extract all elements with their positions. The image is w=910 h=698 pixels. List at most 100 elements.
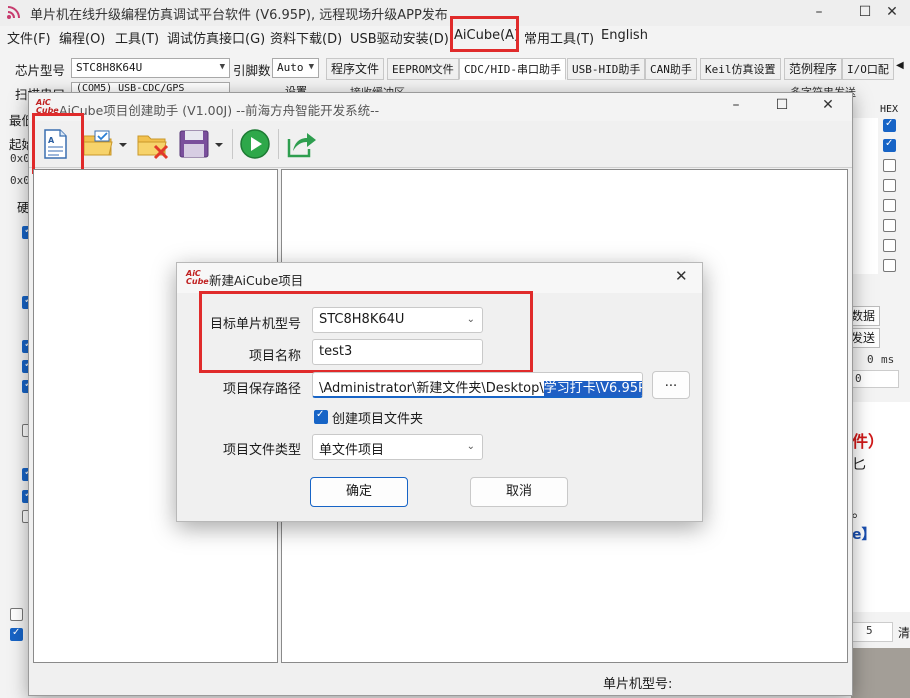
info-dot-text: 。 (852, 505, 866, 521)
hex-checkbox[interactable] (883, 259, 896, 272)
dialog-titlebar: AiC Cube 新建AiCube项目 ✕ (177, 263, 702, 293)
hex-checkbox[interactable] (883, 239, 896, 252)
helper-minimize-button[interactable]: – (713, 93, 759, 119)
chevron-down-icon: ▼ (308, 62, 314, 72)
aicube-menu-highlight (450, 16, 519, 52)
hex-checkbox[interactable] (883, 159, 896, 172)
counter-value: 0 (855, 372, 862, 385)
cancel-button[interactable]: 取消 (470, 477, 568, 507)
hex-checkbox[interactable] (883, 219, 896, 232)
info-text-line: 匕 (852, 457, 866, 473)
menu-common-tools[interactable]: 常用工具(T) (524, 28, 594, 47)
desktop-background (851, 648, 910, 698)
app-wifi-icon (7, 6, 20, 19)
tab-usb-hid-assistant[interactable]: USB-HID助手 (567, 58, 646, 80)
delete-project-button[interactable] (135, 127, 171, 161)
delete-folder-icon (137, 135, 169, 160)
helper-close-button[interactable]: ✕ (805, 93, 851, 119)
tab-can-assistant[interactable]: CAN助手 (645, 58, 697, 80)
interval-unit: ms (881, 353, 895, 366)
send-button-label: 发送 (851, 331, 876, 345)
helper-window-title: AiCube项目创建助手 (V1.00J) --前海方舟智能开发系统-- (59, 103, 380, 118)
helper-statusbar: 单片机型号: (29, 669, 852, 695)
create-folder-checkbox[interactable] (314, 409, 328, 424)
chip-model-select[interactable]: STC8H8K64U ▼ (71, 58, 230, 78)
pins-select[interactable]: Auto ▼ (272, 58, 319, 78)
menu-debug-interface[interactable]: 调试仿真接口(G) (167, 28, 265, 47)
ok-button-label: 确定 (345, 484, 372, 499)
save-path-label: 项目保存路径 (223, 382, 302, 397)
menu-file[interactable]: 文件(F) (7, 28, 51, 47)
browse-button[interactable]: ... (652, 371, 690, 399)
menu-program[interactable]: 编程(O) (59, 28, 105, 47)
menu-downloads[interactable]: 资料下载(D) (270, 28, 342, 47)
cancel-button-label: 取消 (505, 484, 532, 499)
clear-button[interactable]: 清 (898, 624, 910, 641)
tab-program-file[interactable]: 程序文件 (326, 58, 385, 80)
project-type-value: 单文件项目 (319, 443, 385, 458)
main-window-title: 单片机在线升级编程仿真调试平台软件 (V6.95P), 远程现场升级APP发布 (30, 8, 448, 23)
export-button[interactable] (283, 127, 319, 161)
helper-maximize-button[interactable]: ☐ (759, 93, 805, 119)
tab-eeprom-file[interactable]: EEPROM文件 (387, 58, 459, 80)
close-button[interactable]: ✕ (874, 0, 910, 26)
minimize-button[interactable]: – (796, 0, 842, 26)
hex-column-label: HEX (880, 104, 899, 115)
chip-model-label: 芯片型号 (15, 63, 66, 78)
start-address: 0x0 (10, 152, 30, 165)
hex-checkbox[interactable] (883, 138, 896, 152)
tab-io-config[interactable]: I/O口配 (842, 58, 894, 80)
save-disk-icon (179, 130, 223, 158)
pins-label: 引脚数 (233, 63, 271, 78)
tab-keil-settings[interactable]: Keil仿真设置 (700, 58, 781, 80)
send-button[interactable]: 发送 (850, 328, 880, 348)
dialog-close-icon[interactable]: ✕ (675, 267, 688, 285)
multi-string-fields[interactable] (851, 118, 878, 274)
data-button-label: 数据 (851, 309, 876, 323)
menu-english[interactable]: English (601, 28, 648, 43)
aicube-logo: AiC Cube (186, 269, 209, 286)
tab-examples[interactable]: 范例程序 (784, 58, 843, 80)
play-icon (240, 129, 270, 159)
option-checkbox[interactable] (10, 608, 23, 621)
pins-value: Auto (277, 61, 304, 74)
interval-value: 0 (867, 353, 874, 366)
create-folder-label: 创建项目文件夹 (332, 412, 424, 427)
hex-checkbox[interactable] (883, 118, 896, 132)
open-folder-icon (83, 130, 127, 156)
new-project-highlight (32, 113, 84, 174)
counter-field[interactable]: 0 (851, 370, 899, 388)
helper-titlebar: AiC Cube AiCube项目创建助手 (V1.00J) --前海方舟智能开发… (29, 93, 852, 121)
tab-cdc-serial-assistant[interactable]: CDC/HID-串口助手 (459, 58, 566, 80)
menu-usb-driver[interactable]: USB驱动安装(D) (350, 28, 449, 47)
toolbar-separator (278, 129, 279, 159)
info-bracket-text: e】 (852, 527, 876, 543)
data-button[interactable]: 数据 (850, 306, 880, 326)
save-path-value: \Administrator\新建文件夹\Desktop\ (319, 381, 544, 396)
status-mcu-model-label: 单片机型号: (603, 677, 673, 692)
share-arrow-icon (287, 133, 316, 158)
run-button[interactable] (237, 127, 273, 161)
ok-button[interactable]: 确定 (310, 477, 408, 507)
hex-checkbox[interactable] (883, 199, 896, 212)
chip-model-value: STC8H8K64U (76, 61, 143, 74)
project-type-label: 项目文件类型 (223, 443, 302, 458)
menu-tools[interactable]: 工具(T) (115, 28, 159, 47)
chevron-down-icon: ▼ (219, 62, 225, 72)
tab-scroll-left-icon[interactable]: ◀ (896, 60, 904, 71)
bottom-number-value: 5 (866, 624, 873, 637)
hex-checkbox[interactable] (883, 179, 896, 192)
end-address: 0x0 (10, 174, 30, 187)
save-project-button[interactable] (177, 127, 225, 161)
bottom-number-field[interactable]: 5 (851, 622, 893, 642)
chevron-down-icon: ⌄ (466, 441, 475, 452)
mcu-and-name-highlight (199, 291, 533, 373)
open-project-button[interactable] (81, 127, 129, 161)
project-type-select[interactable]: 单文件项目 ⌄ (312, 434, 483, 460)
save-path-input[interactable]: \Administrator\新建文件夹\Desktop\学习打卡\V6.95P (312, 372, 643, 398)
dialog-title: 新建AiCube项目 (209, 273, 304, 288)
main-tabstrip: 程序文件 EEPROM文件 CDC/HID-串口助手 USB-HID助手 CAN… (326, 58, 910, 80)
browse-button-label: ... (664, 375, 678, 390)
new-project-dialog: AiC Cube 新建AiCube项目 ✕ 目标单片机型号 STC8H8K64U … (176, 262, 703, 522)
option-checkbox[interactable] (10, 627, 23, 641)
